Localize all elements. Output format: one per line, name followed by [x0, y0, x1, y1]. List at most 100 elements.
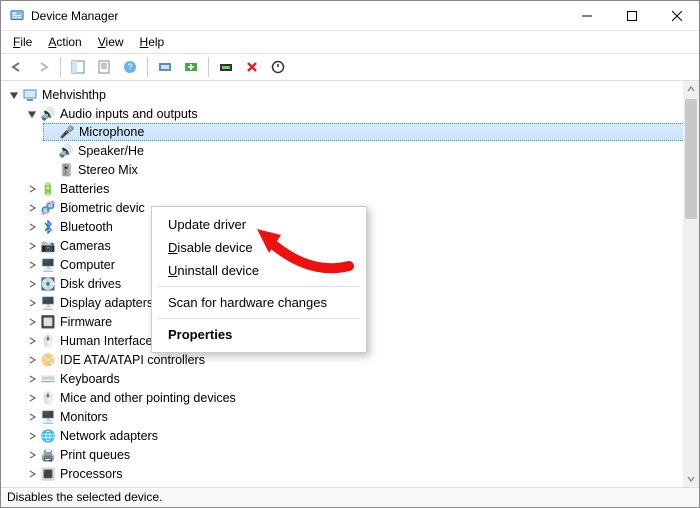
menu-file[interactable]: File: [5, 33, 40, 51]
tree-node-keyboards[interactable]: ⌨️ Keyboards: [25, 369, 699, 388]
expand-icon[interactable]: [25, 258, 39, 272]
tree-node-print[interactable]: 🖨️ Print queues: [25, 445, 699, 464]
svg-text:?: ?: [127, 62, 132, 72]
tree-root[interactable]: Mehvishthp: [7, 85, 699, 104]
scan-button[interactable]: [153, 56, 177, 78]
keyboard-icon: ⌨️: [40, 371, 56, 387]
scroll-track[interactable]: [683, 97, 699, 471]
uninstall-button[interactable]: [240, 56, 264, 78]
expand-icon[interactable]: [25, 182, 39, 196]
vertical-scrollbar[interactable]: [683, 81, 699, 487]
update-driver-button[interactable]: [214, 56, 238, 78]
expand-icon[interactable]: [25, 277, 39, 291]
scroll-thumb[interactable]: [685, 99, 697, 219]
show-hide-tree-button[interactable]: [66, 56, 90, 78]
node-label: Keyboards: [60, 372, 120, 386]
expand-icon[interactable]: [25, 334, 39, 348]
node-label: Mehvishthp: [42, 88, 106, 102]
node-label: Print queues: [60, 448, 130, 462]
expand-icon[interactable]: [25, 296, 39, 310]
speaker-icon: 🔊: [40, 106, 56, 122]
node-label: Computer: [60, 258, 115, 272]
node-label: Audio inputs and outputs: [60, 107, 198, 121]
node-label: Firmware: [60, 315, 112, 329]
node-label: Batteries: [60, 182, 109, 196]
cm-properties[interactable]: Properties: [152, 323, 366, 346]
battery-icon: 🔋: [40, 181, 56, 197]
help-button[interactable]: ?: [118, 56, 142, 78]
status-text: Disables the selected device.: [7, 490, 162, 504]
tree-node-stereomix[interactable]: 🎚️ Stereo Mix: [43, 160, 699, 179]
node-label: Network adapters: [60, 429, 158, 443]
minimize-button[interactable]: [564, 1, 609, 31]
scroll-up-button[interactable]: [683, 81, 699, 97]
maximize-button[interactable]: [609, 1, 654, 31]
expand-icon[interactable]: [25, 239, 39, 253]
cm-scan-hardware[interactable]: Scan for hardware changes: [152, 291, 366, 314]
forward-button[interactable]: [31, 56, 55, 78]
titlebar: Device Manager: [1, 1, 699, 31]
back-button[interactable]: [5, 56, 29, 78]
hid-icon: 🖱️: [40, 333, 56, 349]
app-icon: [9, 8, 25, 24]
expand-icon[interactable]: [25, 315, 39, 329]
window-title: Device Manager: [31, 9, 118, 23]
node-label: Disk drives: [60, 277, 121, 291]
add-legacy-button[interactable]: [179, 56, 203, 78]
display-icon: 🖥️: [40, 295, 56, 311]
expand-icon[interactable]: [25, 410, 39, 424]
status-bar: Disables the selected device.: [1, 487, 699, 507]
tree-node-audio[interactable]: 🔊 Audio inputs and outputs: [25, 104, 699, 123]
mixer-icon: 🎚️: [58, 162, 74, 178]
tree-node-mice[interactable]: 🖱️Mice and other pointing devices: [25, 388, 699, 407]
properties-button[interactable]: [92, 56, 116, 78]
collapse-icon[interactable]: [7, 88, 21, 102]
microphone-icon: 🎤: [59, 124, 75, 140]
disk-icon: 💽: [40, 276, 56, 292]
window-controls: [564, 1, 699, 31]
expand-icon[interactable]: [25, 201, 39, 215]
menubar: File Action View Help: [1, 31, 699, 53]
node-label: Display adapters: [60, 296, 153, 310]
expand-icon[interactable]: [25, 220, 39, 234]
controller-icon: 📀: [40, 352, 56, 368]
context-menu-separator: [158, 318, 360, 319]
cm-update-driver[interactable]: Update driver: [152, 213, 366, 236]
camera-icon: 📷: [40, 238, 56, 254]
tree-node-microphone[interactable]: 🎤 Microphone: [43, 123, 699, 141]
toolbar-separator: [147, 57, 148, 77]
cm-uninstall-device[interactable]: Uninstall device: [152, 259, 366, 282]
node-label: Monitors: [60, 410, 108, 424]
node-label: Biometric devic: [60, 201, 145, 215]
disable-button[interactable]: [266, 56, 290, 78]
monitor-icon: 🖥️: [40, 409, 56, 425]
tree-node-speaker[interactable]: 🔊 Speaker/He: [43, 141, 699, 160]
close-button[interactable]: [654, 1, 699, 31]
spacer: [43, 144, 57, 158]
tree-node-processors[interactable]: 🔳Processors: [25, 464, 699, 483]
tree-node-monitors[interactable]: 🖥️ Monitors: [25, 407, 699, 426]
expand-icon[interactable]: [25, 353, 39, 367]
menu-view[interactable]: View: [90, 33, 132, 51]
node-label: Bluetooth: [60, 220, 113, 234]
spacer: [43, 163, 57, 177]
expand-icon[interactable]: [25, 391, 39, 405]
collapse-icon[interactable]: [25, 107, 39, 121]
tree-node-network[interactable]: 🌐Network adapters: [25, 426, 699, 445]
cm-disable-device[interactable]: Disable device: [152, 236, 366, 259]
expand-icon[interactable]: [25, 372, 39, 386]
scroll-down-button[interactable]: [683, 471, 699, 487]
mouse-icon: 🖱️: [40, 390, 56, 406]
menu-action[interactable]: Action: [40, 33, 89, 51]
printer-icon: 🖨️: [40, 447, 56, 463]
expand-icon[interactable]: [25, 429, 39, 443]
tree-node-batteries[interactable]: 🔋 Batteries: [25, 179, 699, 198]
context-menu: Update driver Disable device Uninstall d…: [151, 206, 367, 353]
pc-icon: 🖥️: [40, 257, 56, 273]
computer-icon: [22, 87, 38, 103]
chip-icon: 🔲: [40, 314, 56, 330]
expand-icon[interactable]: [25, 448, 39, 462]
cpu-icon: 🔳: [40, 466, 56, 482]
menu-help[interactable]: Help: [132, 33, 173, 51]
expand-icon[interactable]: [25, 467, 39, 481]
